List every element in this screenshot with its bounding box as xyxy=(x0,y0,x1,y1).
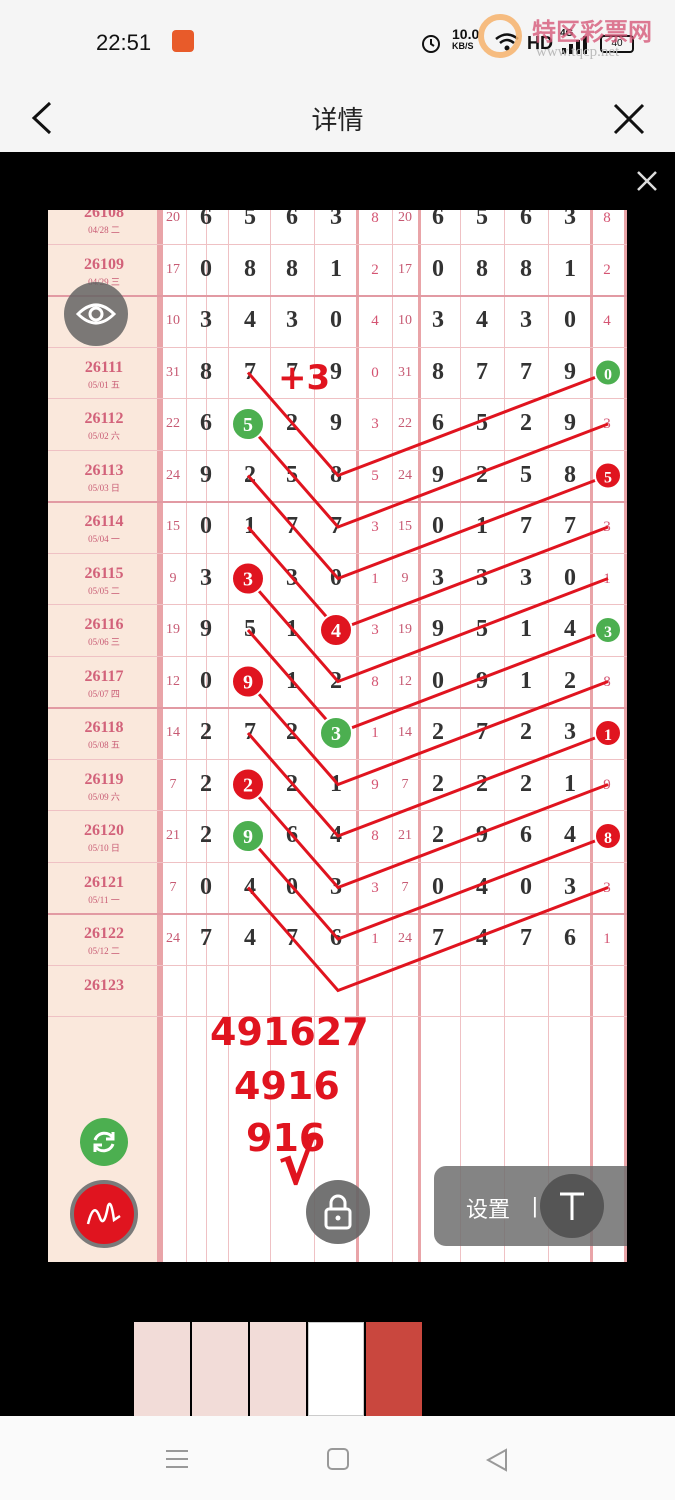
text-tool-button[interactable] xyxy=(540,1174,604,1238)
circled-digit-marker: 2 xyxy=(231,767,265,802)
circled-digit-marker: 0 xyxy=(594,358,622,387)
nav-bar: 详情 xyxy=(0,84,675,152)
circled-digit-marker: 5 xyxy=(594,461,622,490)
settings-toolbar: 设置 | xyxy=(434,1166,627,1246)
handwritten-line xyxy=(246,577,609,684)
app-notification-icon xyxy=(172,30,194,52)
close-icon[interactable] xyxy=(612,102,646,136)
alarm-icon xyxy=(422,35,440,53)
watermark-title: 特区彩票网 xyxy=(532,18,652,46)
refresh-button[interactable] xyxy=(80,1118,128,1166)
svg-text:5: 5 xyxy=(243,414,253,436)
menu-icon[interactable] xyxy=(164,1448,190,1470)
svg-text:5: 5 xyxy=(604,470,612,487)
svg-text:1: 1 xyxy=(604,727,612,744)
handwritten-line xyxy=(246,422,609,529)
refresh-icon xyxy=(93,1131,115,1153)
prediction-line-1: 491627 xyxy=(210,1010,369,1054)
thumbnail[interactable] xyxy=(192,1322,248,1416)
thumbnail[interactable] xyxy=(250,1322,306,1416)
settings-button[interactable]: 设置 xyxy=(466,1192,510,1224)
handwritten-line xyxy=(246,525,609,632)
viewer-close-icon[interactable] xyxy=(632,166,662,196)
handwritten-line xyxy=(246,628,609,735)
svg-text:9: 9 xyxy=(243,672,253,694)
thumbnail[interactable] xyxy=(366,1322,422,1416)
text-t-icon xyxy=(560,1192,584,1220)
eye-button[interactable] xyxy=(64,282,128,346)
lock-icon xyxy=(324,1194,352,1230)
svg-text:4: 4 xyxy=(331,620,341,642)
lock-button[interactable] xyxy=(306,1180,370,1244)
circled-digit-marker: 9 xyxy=(231,664,265,699)
handwritten-line xyxy=(246,680,609,787)
thumbnail[interactable] xyxy=(134,1322,190,1416)
lottery-chart-image[interactable]: 26108 04/28 二 20 6 5 6 3 8 20 6 5 6 3 8 26109 04/29 三 17… xyxy=(48,210,627,1262)
watermark-logo xyxy=(478,14,522,58)
svg-text:2: 2 xyxy=(243,775,253,797)
svg-text:0: 0 xyxy=(604,367,612,384)
system-nav-bar xyxy=(0,1416,675,1500)
eye-icon xyxy=(75,303,117,325)
handwritten-line xyxy=(246,886,609,993)
thumbnail-strip xyxy=(134,1322,426,1416)
status-time: 22:51 xyxy=(96,30,152,55)
svg-text:3: 3 xyxy=(604,624,612,641)
pen-button[interactable] xyxy=(70,1180,138,1248)
network-speed: 10.0 KB/S xyxy=(452,26,480,52)
thumbnail-active[interactable] xyxy=(308,1322,364,1416)
circled-digit-marker: 9 xyxy=(231,819,265,853)
handwritten-line xyxy=(246,474,609,581)
svg-text:8: 8 xyxy=(604,830,612,847)
handwritten-line xyxy=(246,783,609,890)
page-title: 详情 xyxy=(311,106,364,136)
circled-digit-marker: 3 xyxy=(319,716,353,750)
circled-digit-marker: 1 xyxy=(594,719,622,747)
handwritten-line xyxy=(246,834,609,941)
svg-text:3: 3 xyxy=(331,723,341,745)
home-icon[interactable] xyxy=(326,1447,350,1471)
svg-text:9: 9 xyxy=(243,826,253,848)
svg-text:3: 3 xyxy=(243,569,253,591)
pen-signature-icon xyxy=(86,1202,121,1225)
watermark-url: www.tqcp.net xyxy=(536,44,620,60)
circled-digit-marker: 3 xyxy=(231,561,265,596)
toolbar-separator: | xyxy=(532,1193,538,1218)
handwritten-line xyxy=(246,731,609,838)
circled-digit-marker: 3 xyxy=(594,616,622,644)
annotation-plus: +3 xyxy=(278,358,331,398)
status-bar: 22:51 10.0 KB/S HD 4G 40 特区彩票网 www.tqcp.… xyxy=(0,0,675,84)
circled-digit-marker: 8 xyxy=(594,822,622,850)
watermark: 特区彩票网 www.tqcp.net xyxy=(478,12,668,62)
back-triangle-icon[interactable] xyxy=(484,1447,510,1473)
image-viewer: 26108 04/28 二 20 6 5 6 3 8 20 6 5 6 3 8 26109 04/29 三 17… xyxy=(0,152,675,1416)
network-speed-value: 10.0 xyxy=(452,26,480,42)
circled-digit-marker: 4 xyxy=(319,613,353,647)
prediction-line-2: 4916 xyxy=(234,1064,340,1108)
circled-digit-marker: 5 xyxy=(231,407,265,441)
